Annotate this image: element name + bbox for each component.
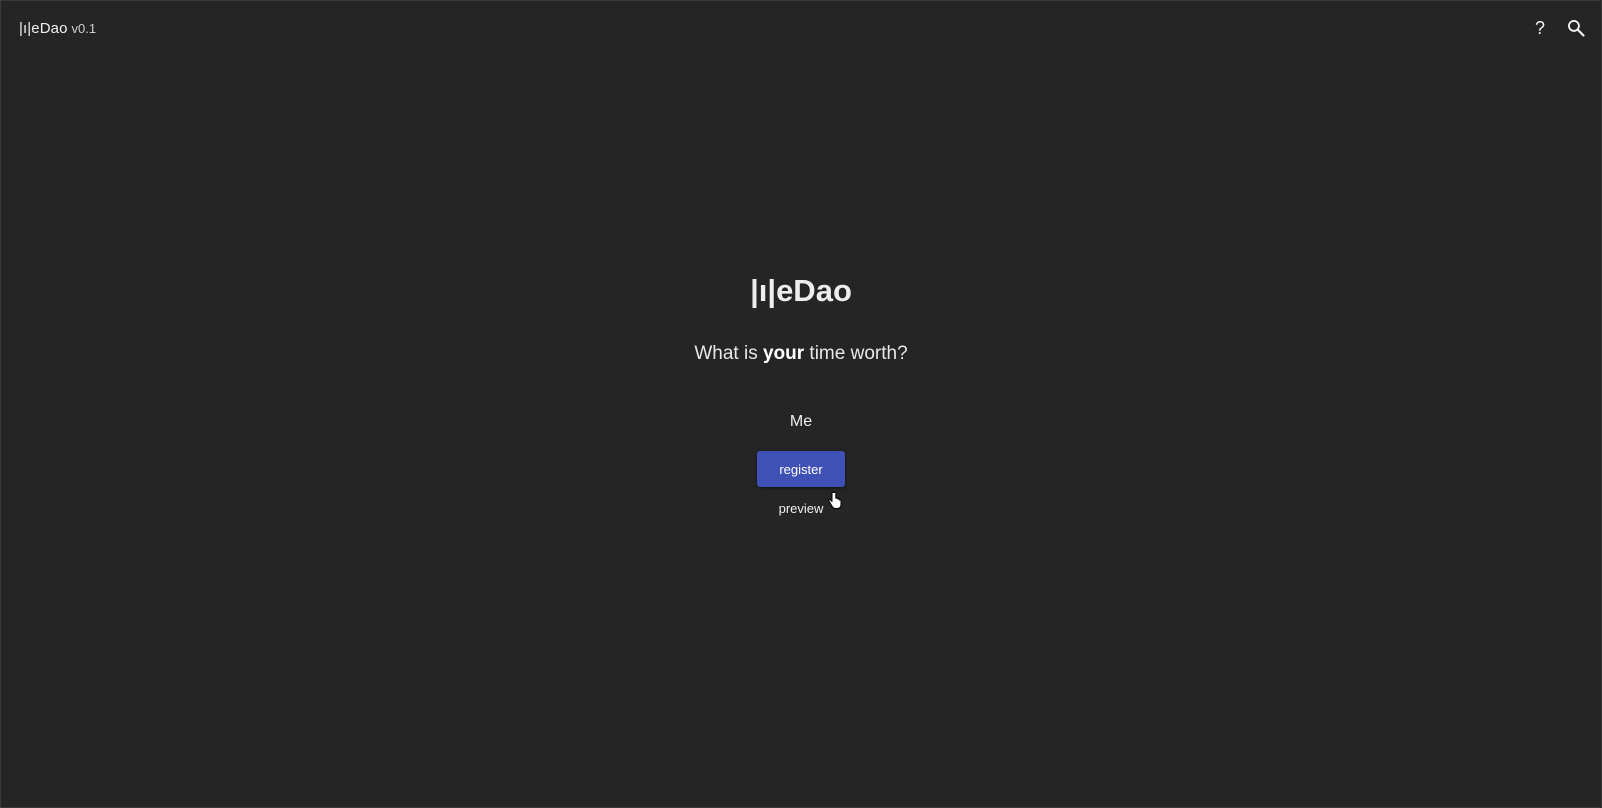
brand-name: |ı|eDao [19,20,68,37]
app-logo: |ı|eDao [750,273,852,308]
name-input[interactable] [699,409,903,435]
preview-link[interactable]: preview [779,501,824,516]
headline: What is your time worth? [694,341,907,367]
hand-cursor-icon [828,491,842,509]
top-bar: |ı|eDao v0.1 ? [1,1,1601,57]
headline-prefix: What is [694,343,763,364]
app-window: |ı|eDao v0.1 ? |ı|eDao What is your time… [0,0,1602,808]
register-button[interactable]: register [757,451,845,487]
version-label: v0.1 [71,21,97,36]
hero: |ı|eDao What is your time worth? registe… [1,271,1601,516]
headline-emphasis: your [762,343,805,364]
top-actions: ? [1529,17,1587,39]
help-button[interactable]: ? [1529,17,1551,39]
brand[interactable]: |ı|eDao v0.1 [19,20,96,37]
search-icon[interactable] [1565,17,1587,39]
headline-suffix: time worth? [804,343,908,364]
